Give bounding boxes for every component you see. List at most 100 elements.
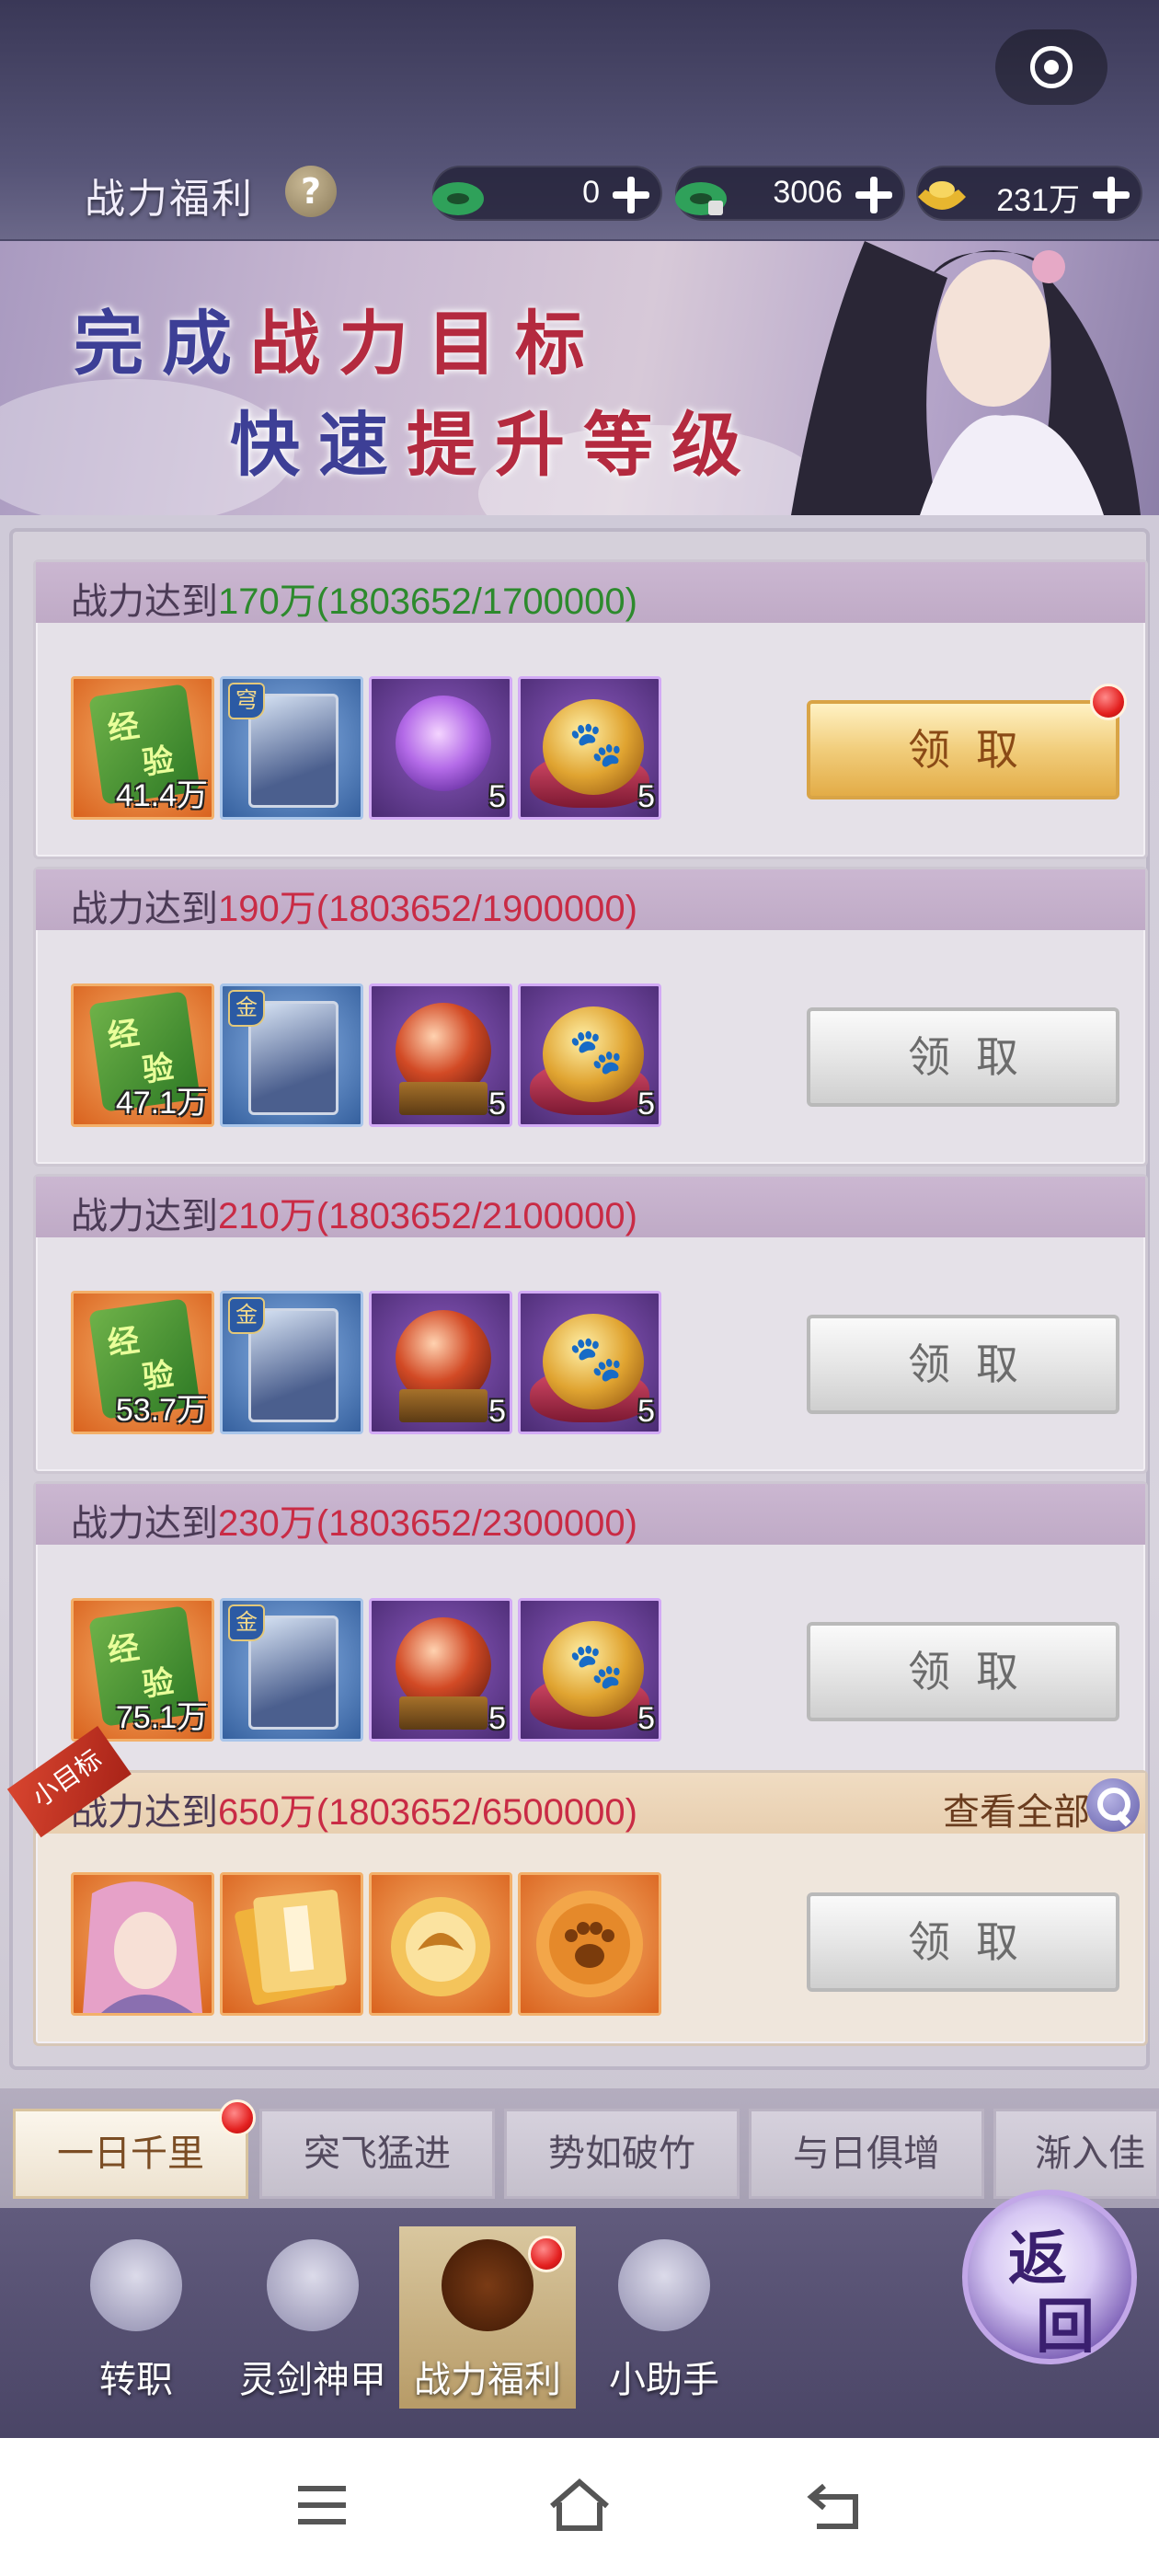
tab-tufeimengjin[interactable]: 突飞猛进 (259, 2109, 495, 2199)
flame-icon (442, 2239, 534, 2331)
reward-item-card[interactable]: 金 (220, 1291, 363, 1434)
reward-item-orb[interactable]: 5 (369, 1291, 512, 1434)
currency-gold: 231万 (916, 166, 1142, 221)
reward-item-exp[interactable]: 经验 75.1万 (71, 1598, 214, 1742)
bound-jade-icon (675, 182, 727, 215)
notification-dot (1090, 684, 1127, 720)
notification-dot (219, 2099, 256, 2136)
nav-class-change[interactable]: 转职 (48, 2226, 224, 2409)
reward-item-paw-medal[interactable] (518, 1872, 661, 2016)
condition-target: 190万 (218, 889, 316, 929)
claim-button[interactable]: 领取 (807, 1315, 1119, 1414)
reward-items: 经验 53.7万 金 5 5 (71, 1291, 661, 1434)
hero-portrait-icon (83, 1881, 202, 2013)
currency-value: 231万 (996, 183, 1080, 218)
reward-item-paw[interactable]: 5 (518, 1598, 661, 1742)
currency-green-jade: 0 (432, 166, 662, 221)
item-count: 5 (488, 779, 506, 814)
item-count: 5 (637, 1394, 655, 1429)
reward-item-book[interactable] (220, 1872, 363, 2016)
condition-progress: (1803652/2300000) (316, 1503, 637, 1544)
reward-items (71, 1872, 661, 2016)
reward-list[interactable]: 战力达到170万(1803652/1700000) 经验 41.4万 穹 5 5… (6, 528, 1150, 2070)
banner-line-1: 完成战力目标 (74, 287, 603, 388)
orb-stand (399, 1082, 488, 1115)
page-title: 战力福利 (85, 176, 254, 223)
reward-items: 经验 41.4万 穹 5 5 (71, 676, 661, 820)
tab-jianrujia[interactable]: 渐入佳 (993, 2109, 1159, 2199)
tab-yurijuzeng[interactable]: 与日俱增 (749, 2109, 984, 2199)
class-change-icon (90, 2239, 182, 2331)
condition-target: 230万 (218, 1503, 316, 1544)
banner-text: 提升等级 (407, 404, 760, 486)
reward-card: 战力达到170万(1803652/1700000) 经验 41.4万 穹 5 5… (33, 559, 1148, 859)
view-all-link[interactable]: 查看全部 (943, 1782, 1090, 1835)
reward-card: 战力达到230万(1803652/2300000) 经验 75.1万 金 5 5 (33, 1481, 1148, 1781)
gold-ingot-icon (918, 181, 966, 210)
title-bar: 战力福利 ? 0 3006 231万 (0, 156, 1159, 230)
nav-helper[interactable]: 小助手 (576, 2226, 752, 2409)
question-icon[interactable]: ? (285, 166, 337, 217)
reward-item-exp[interactable]: 经验 53.7万 (71, 1291, 214, 1434)
add-gold-button[interactable] (1093, 177, 1130, 213)
item-count: 5 (488, 1087, 506, 1121)
nav-power-welfare[interactable]: 战力福利 (399, 2226, 576, 2409)
condition-target: 170万 (218, 581, 316, 622)
tab-yirqianli[interactable]: 一日千里 (13, 2109, 248, 2199)
reward-items: 经验 47.1万 金 5 5 (71, 983, 661, 1127)
add-bound-jade-button[interactable] (855, 177, 892, 213)
claim-button[interactable]: 领取 (807, 700, 1119, 799)
claim-button[interactable]: 领取 (807, 1622, 1119, 1721)
reward-condition: 战力达到210万(1803652/2100000) (71, 1186, 637, 1239)
reward-item-card[interactable]: 金 (220, 983, 363, 1127)
paw-stone-icon (543, 1621, 644, 1717)
currency-value: 3006 (773, 175, 843, 210)
reward-item-exp[interactable]: 经验 41.4万 (71, 676, 214, 820)
home-icon[interactable] (543, 2473, 616, 2537)
grade-tag: 金 (228, 1297, 265, 1334)
condition-progress: (1803652/1900000) (316, 889, 637, 929)
reward-item-hero[interactable] (71, 1872, 214, 2016)
tier-tabs: 一日千里 突飞猛进 势如破竹 与日俱增 渐入佳 (0, 2088, 1159, 2208)
reward-item-card[interactable]: 穹 (220, 676, 363, 820)
notification-dot (528, 2236, 565, 2272)
condition-progress: (1803652/2100000) (316, 1196, 637, 1236)
item-count: 75.1万 (115, 1700, 208, 1735)
grade-tag: 金 (228, 1604, 265, 1641)
item-count: 5 (488, 1701, 506, 1736)
add-green-jade-button[interactable] (613, 177, 649, 213)
mini-program-capsule[interactable] (995, 29, 1107, 105)
condition-progress: (1803652/6500000) (316, 1792, 637, 1833)
reward-item-orb[interactable]: 5 (369, 983, 512, 1127)
nav-sword-armor[interactable]: 灵剑神甲 (224, 2226, 401, 2409)
nav-label: 战力福利 (414, 2360, 561, 2400)
claim-button[interactable]: 领取 (807, 1007, 1119, 1107)
reward-item-exp[interactable]: 经验 47.1万 (71, 983, 214, 1127)
tab-shirupozhu[interactable]: 势如破竹 (504, 2109, 740, 2199)
green-jade-icon (432, 182, 484, 215)
reward-item-paw[interactable]: 5 (518, 1291, 661, 1434)
condition-prefix: 战力达到 (71, 1503, 218, 1544)
item-count: 53.7万 (115, 1393, 208, 1428)
reward-item-paw[interactable]: 5 (518, 676, 661, 820)
claim-button[interactable]: 领取 (807, 1892, 1119, 1992)
reward-item-card[interactable]: 金 (220, 1598, 363, 1742)
nav-label: 小助手 (609, 2360, 719, 2400)
return-button[interactable]: 返 回 (962, 2190, 1137, 2364)
back-icon[interactable] (800, 2473, 874, 2537)
item-count: 47.1万 (115, 1086, 208, 1121)
grade-tag: 穹 (228, 683, 265, 719)
currency-bound-jade: 3006 (675, 166, 905, 221)
reward-item-orb[interactable]: 5 (369, 676, 512, 820)
reward-item-orb[interactable]: 5 (369, 1598, 512, 1742)
magnifier-icon[interactable] (1086, 1778, 1140, 1832)
reward-condition: 战力达到170万(1803652/1700000) (71, 571, 637, 625)
condition-target: 650万 (218, 1792, 316, 1833)
return-char: 回 (1036, 2293, 1095, 2362)
menu-icon[interactable] (285, 2473, 359, 2537)
reward-condition: 战力达到230万(1803652/2300000) (71, 1493, 637, 1547)
dragon-medal-icon (391, 1897, 490, 1996)
condition-progress: (1803652/1700000) (316, 581, 637, 622)
reward-item-dragon[interactable] (369, 1872, 512, 2016)
reward-item-paw[interactable]: 5 (518, 983, 661, 1127)
